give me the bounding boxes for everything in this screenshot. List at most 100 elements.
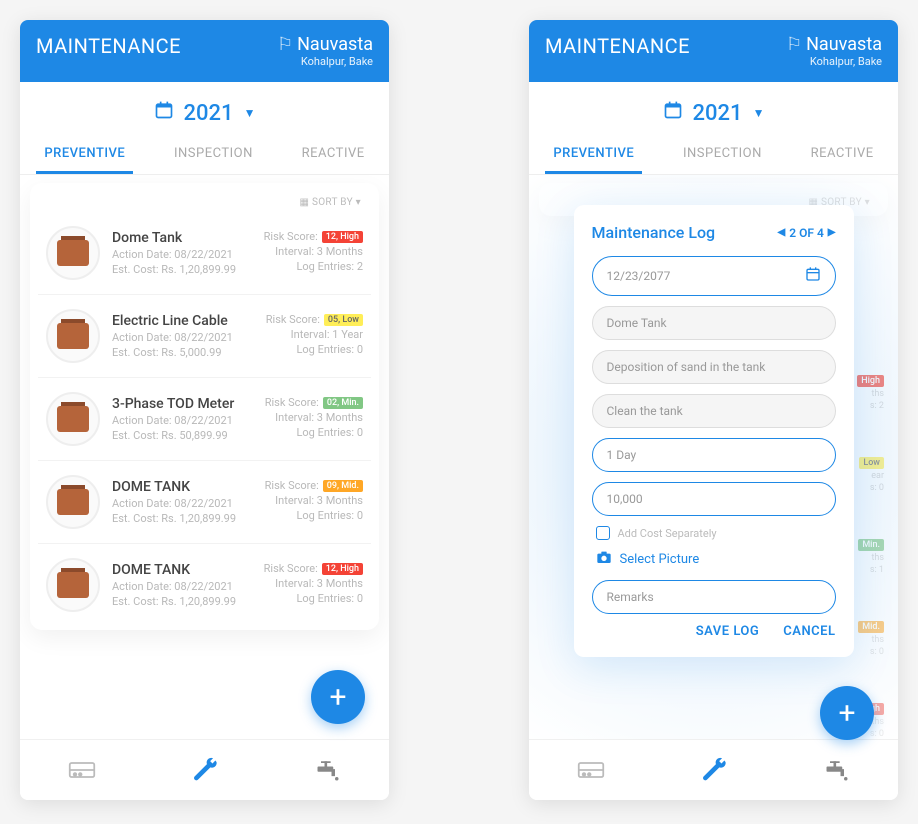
item-est-cost: Est. Cost: Rs. 1,20,899.99 bbox=[112, 595, 236, 608]
item-risk-score: Risk Score: 12, High bbox=[264, 230, 363, 243]
risk-badge: 02, Min. bbox=[323, 397, 363, 409]
tab-reactive[interactable]: REACTIVE bbox=[294, 136, 373, 174]
item-interval: Interval: 3 Months bbox=[275, 411, 363, 424]
nav-wrench-icon[interactable] bbox=[189, 756, 221, 784]
year-selector[interactable]: 2021 ▼ bbox=[20, 82, 389, 136]
asset-avatar bbox=[46, 226, 100, 280]
pager-prev[interactable]: ◀ bbox=[778, 227, 786, 238]
tab-preventive[interactable]: PREVENTIVE bbox=[545, 136, 642, 174]
item-log-entries: Log Entries: 0 bbox=[296, 343, 363, 356]
item-log-entries: Log Entries: 2 bbox=[296, 260, 363, 273]
add-cost-checkbox[interactable]: Add Cost Separately bbox=[596, 526, 836, 540]
nav-tap-icon[interactable] bbox=[821, 756, 853, 784]
item-interval: Interval: 3 Months bbox=[275, 577, 363, 590]
list-item[interactable]: Dome Tank Action Date: 08/22/2021 Est. C… bbox=[38, 212, 371, 295]
list-card: ▦ SORT BY ▾ Dome Tank Action Date: 08/22… bbox=[30, 183, 379, 630]
maintenance-log-modal: Maintenance Log ◀ 2 OF 4 ▶ 12/23/2077 Do… bbox=[574, 205, 854, 657]
item-log-entries: Log Entries: 0 bbox=[296, 509, 363, 522]
list-item[interactable]: DOME TANK Action Date: 08/22/2021 Est. C… bbox=[38, 461, 371, 544]
duration-field[interactable]: 1 Day bbox=[592, 438, 836, 472]
asset-avatar bbox=[46, 392, 100, 446]
chevron-down-icon: ▼ bbox=[244, 106, 256, 120]
cost-field[interactable]: 10,000 bbox=[592, 482, 836, 516]
page-title: MAINTENANCE bbox=[36, 34, 181, 58]
nav-tap-icon[interactable] bbox=[312, 756, 344, 784]
asset-avatar bbox=[46, 558, 100, 612]
tab-bar: PREVENTIVE INSPECTION REACTIVE bbox=[529, 136, 898, 175]
year-value: 2021 bbox=[693, 101, 743, 126]
tab-preventive[interactable]: PREVENTIVE bbox=[36, 136, 133, 174]
calendar-icon bbox=[663, 100, 683, 126]
item-title: DOME TANK bbox=[112, 562, 236, 578]
location-block[interactable]: ⚐Nauvasta Kohalpur, Bake bbox=[277, 34, 373, 68]
item-interval: Interval: 1 Year bbox=[291, 328, 363, 341]
pin-icon: ⚐ bbox=[277, 34, 293, 55]
modal-backdrop: Maintenance Log ◀ 2 OF 4 ▶ 12/23/2077 Do… bbox=[529, 175, 898, 739]
tab-reactive[interactable]: REACTIVE bbox=[803, 136, 882, 174]
list-item[interactable]: 3-Phase TOD Meter Action Date: 08/22/202… bbox=[38, 378, 371, 461]
pager: ◀ 2 OF 4 ▶ bbox=[778, 226, 836, 240]
year-selector[interactable]: 2021 ▼ bbox=[529, 82, 898, 136]
risk-badge: 12, High bbox=[322, 563, 363, 575]
item-action-date: Action Date: 08/22/2021 bbox=[112, 497, 236, 510]
app-header: MAINTENANCE ⚐Nauvasta Kohalpur, Bake bbox=[20, 20, 389, 82]
year-value: 2021 bbox=[184, 101, 234, 126]
camera-icon bbox=[596, 550, 612, 568]
item-title: DOME TANK bbox=[112, 479, 236, 495]
pin-icon: ⚐ bbox=[786, 34, 802, 55]
item-est-cost: Est. Cost: Rs. 5,000.99 bbox=[112, 346, 233, 359]
checkbox-icon bbox=[596, 526, 610, 540]
item-est-cost: Est. Cost: Rs. 1,20,899.99 bbox=[112, 512, 236, 525]
location-block[interactable]: ⚐Nauvasta Kohalpur, Bake bbox=[786, 34, 882, 68]
bottom-nav bbox=[20, 739, 389, 800]
asset-avatar bbox=[46, 309, 100, 363]
issue-field: Deposition of sand in the tank bbox=[592, 350, 836, 384]
chevron-down-icon: ▼ bbox=[753, 106, 765, 120]
item-est-cost: Est. Cost: Rs. 1,20,899.99 bbox=[112, 263, 236, 276]
remarks-field[interactable]: Remarks bbox=[592, 580, 836, 614]
nav-meter-icon[interactable] bbox=[575, 756, 607, 784]
add-button[interactable]: + bbox=[820, 686, 874, 740]
pager-next[interactable]: ▶ bbox=[828, 227, 836, 238]
item-action-date: Action Date: 08/22/2021 bbox=[112, 414, 234, 427]
item-log-entries: Log Entries: 0 bbox=[296, 592, 363, 605]
asset-avatar bbox=[46, 475, 100, 529]
list-item[interactable]: Electric Line Cable Action Date: 08/22/2… bbox=[38, 295, 371, 378]
item-risk-score: Risk Score: 05, Low bbox=[266, 313, 363, 326]
sort-by-button[interactable]: ▦ SORT BY ▾ bbox=[38, 193, 371, 212]
screen-modal: MAINTENANCE ⚐Nauvasta Kohalpur, Bake 202… bbox=[529, 20, 898, 800]
item-est-cost: Est. Cost: Rs. 50,899.99 bbox=[112, 429, 234, 442]
add-button[interactable]: + bbox=[311, 670, 365, 724]
list-container: ▦ SORT BY ▾ High ths s: 2 Low ear s: 0 M… bbox=[529, 175, 898, 739]
action-field: Clean the tank bbox=[592, 394, 836, 428]
item-risk-score: Risk Score: 02, Min. bbox=[265, 396, 363, 409]
date-field[interactable]: 12/23/2077 bbox=[592, 256, 836, 296]
item-risk-score: Risk Score: 12, High bbox=[264, 562, 363, 575]
list-container: ▦ SORT BY ▾ Dome Tank Action Date: 08/22… bbox=[20, 175, 389, 739]
risk-badge: 09, Mid. bbox=[323, 480, 363, 492]
tab-bar: PREVENTIVE INSPECTION REACTIVE bbox=[20, 136, 389, 175]
modal-title: Maintenance Log bbox=[592, 223, 716, 242]
nav-meter-icon[interactable] bbox=[66, 756, 98, 784]
bottom-nav bbox=[529, 739, 898, 800]
cancel-button[interactable]: CANCEL bbox=[783, 624, 835, 639]
item-action-date: Action Date: 08/22/2021 bbox=[112, 331, 233, 344]
asset-field: Dome Tank bbox=[592, 306, 836, 340]
item-title: Dome Tank bbox=[112, 230, 236, 246]
tab-inspection[interactable]: INSPECTION bbox=[675, 136, 770, 174]
item-interval: Interval: 3 Months bbox=[275, 245, 363, 258]
tab-inspection[interactable]: INSPECTION bbox=[166, 136, 261, 174]
save-log-button[interactable]: SAVE LOG bbox=[696, 624, 760, 639]
select-picture-button[interactable]: Select Picture bbox=[596, 550, 836, 568]
pager-label: 2 OF 4 bbox=[789, 226, 824, 240]
item-log-entries: Log Entries: 0 bbox=[296, 426, 363, 439]
item-title: 3-Phase TOD Meter bbox=[112, 396, 234, 412]
calendar-icon bbox=[805, 266, 821, 286]
app-header: MAINTENANCE ⚐Nauvasta Kohalpur, Bake bbox=[529, 20, 898, 82]
page-title: MAINTENANCE bbox=[545, 34, 690, 58]
list-item[interactable]: DOME TANK Action Date: 08/22/2021 Est. C… bbox=[38, 544, 371, 626]
item-risk-score: Risk Score: 09, Mid. bbox=[265, 479, 363, 492]
nav-wrench-icon[interactable] bbox=[698, 756, 730, 784]
risk-badge: 12, High bbox=[322, 231, 363, 243]
risk-badge: 05, Low bbox=[324, 314, 363, 326]
